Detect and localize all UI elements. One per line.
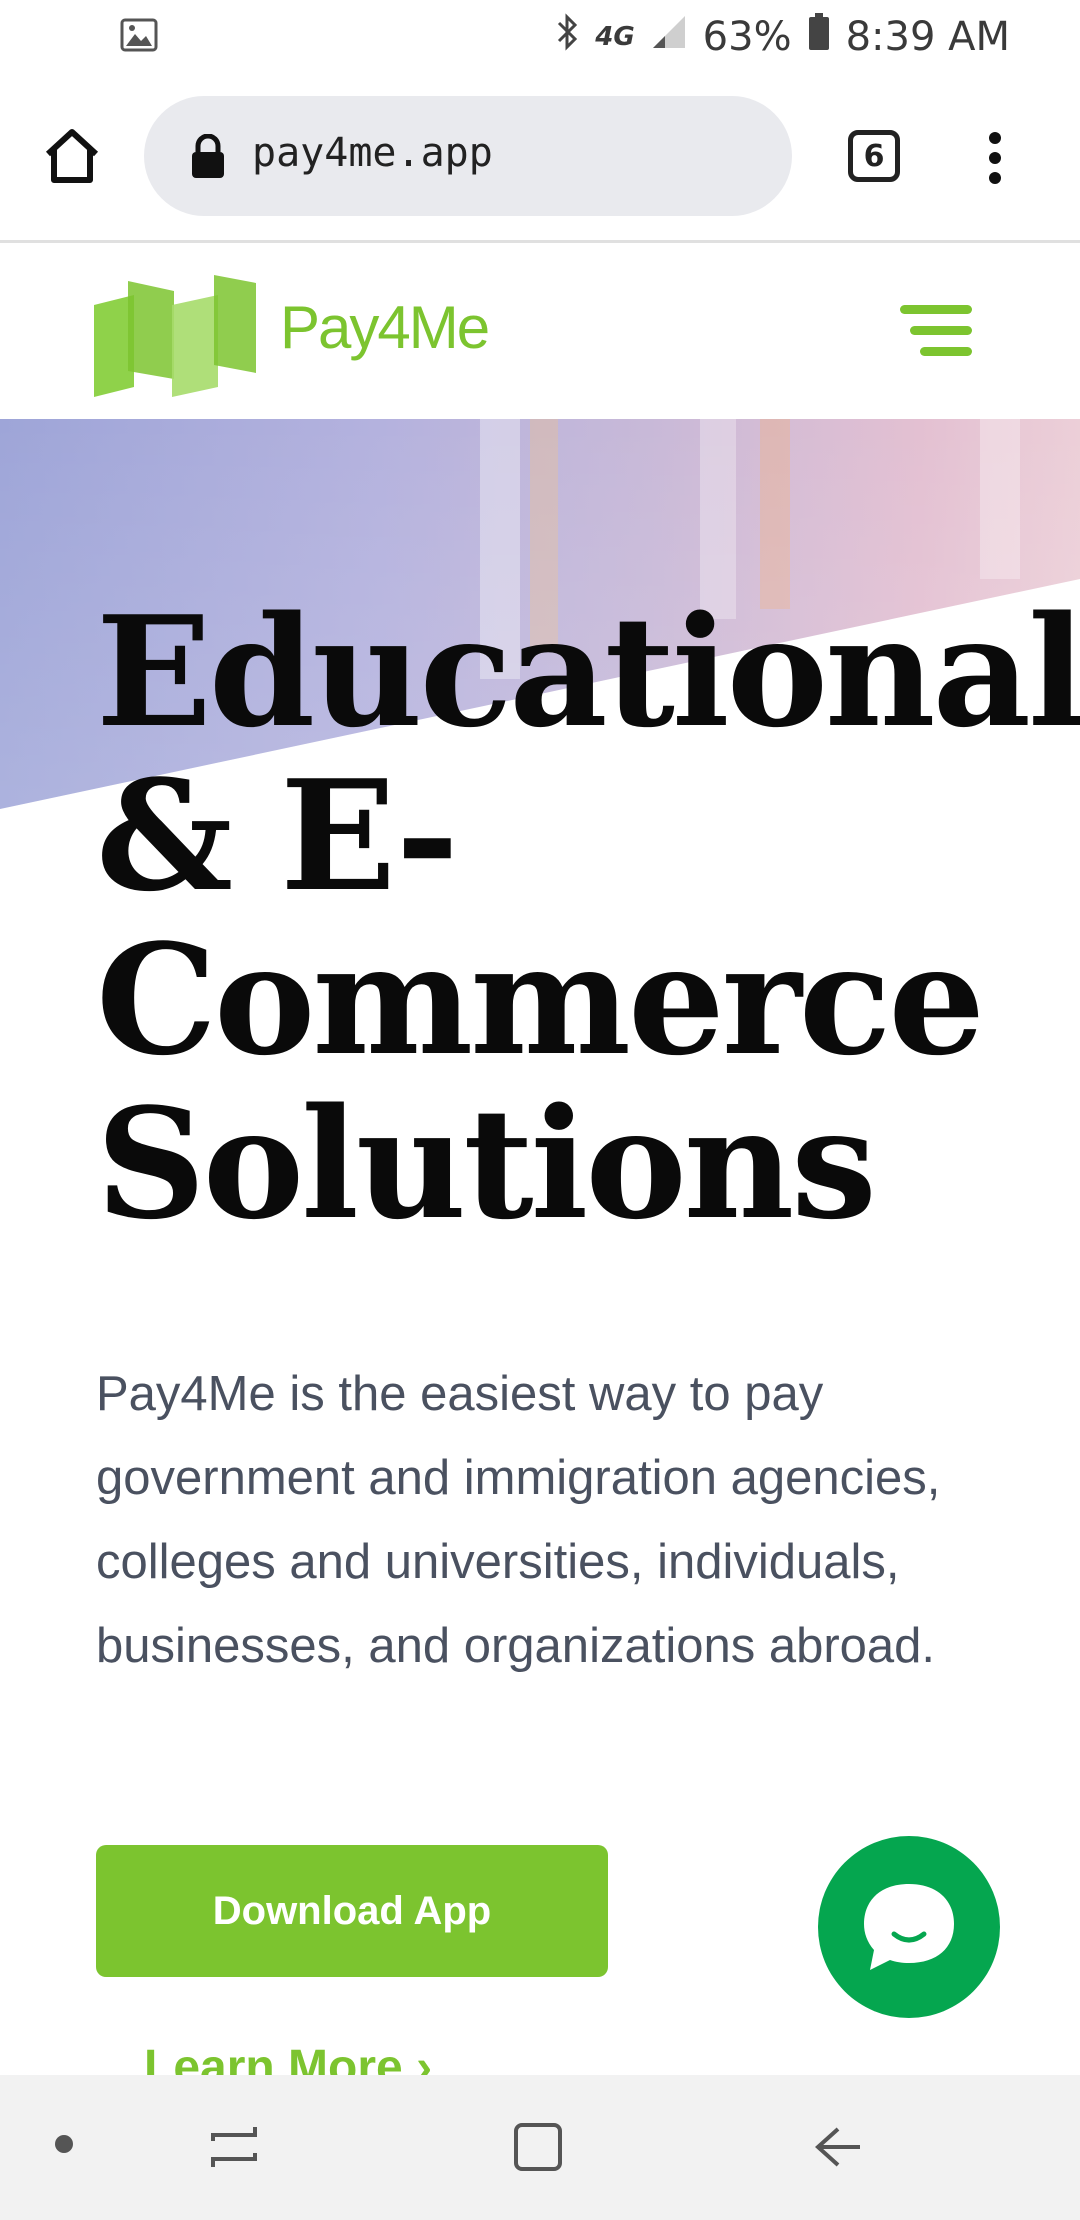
hamburger-menu-icon[interactable]: [900, 299, 974, 363]
back-arrow-icon[interactable]: [808, 2117, 868, 2177]
overflow-menu-icon[interactable]: [980, 128, 1010, 188]
status-indicators: 4G 63% 8:39 AM: [555, 12, 1010, 62]
logo-icon[interactable]: [94, 275, 262, 399]
status-bar: 4G 63% 8:39 AM: [0, 0, 1080, 72]
battery-percent: 63%: [702, 14, 792, 60]
logo-text[interactable]: Pay4Me: [280, 293, 490, 362]
gallery-icon: [120, 18, 158, 57]
site-header: Pay4Me: [0, 243, 1080, 419]
page: 4G 63% 8:39 AM pay4me.app 6 Pay4Me Educa…: [0, 0, 1080, 2220]
browser-toolbar: pay4me.app 6: [0, 72, 1080, 243]
learn-more-link[interactable]: Learn More ›: [144, 2040, 432, 2080]
hero-title-line: Solutions: [96, 1074, 877, 1253]
home-button-icon[interactable]: [508, 2117, 568, 2177]
hero-title-line: Educational: [96, 582, 1080, 761]
chat-bubble-icon: [864, 1884, 954, 1970]
system-nav-bar: [0, 2075, 1080, 2220]
hero-description: Pay4Me is the easiest way to pay governm…: [96, 1367, 941, 1673]
battery-icon: [808, 13, 830, 61]
tab-switcher-button[interactable]: 6: [848, 130, 900, 182]
signal-icon: [651, 14, 687, 60]
lock-icon: [188, 133, 228, 180]
network-type: 4G: [595, 22, 635, 52]
hero-title-line: Commerce: [96, 910, 985, 1089]
download-app-button[interactable]: Download App: [96, 1845, 608, 1977]
address-bar[interactable]: pay4me.app: [144, 96, 792, 216]
hero-title: Educational & E- Commerce Solutions: [96, 582, 1080, 1253]
bluetooth-icon: [555, 12, 579, 62]
hero-title-line: & E-: [96, 746, 459, 925]
recent-apps-icon[interactable]: [205, 2117, 265, 2177]
nav-dot-icon[interactable]: [55, 2135, 73, 2153]
home-icon[interactable]: [40, 124, 104, 188]
clock: 8:39 AM: [845, 14, 1010, 60]
url-text: pay4me.app: [252, 130, 493, 176]
chat-button[interactable]: [818, 1836, 1000, 2018]
